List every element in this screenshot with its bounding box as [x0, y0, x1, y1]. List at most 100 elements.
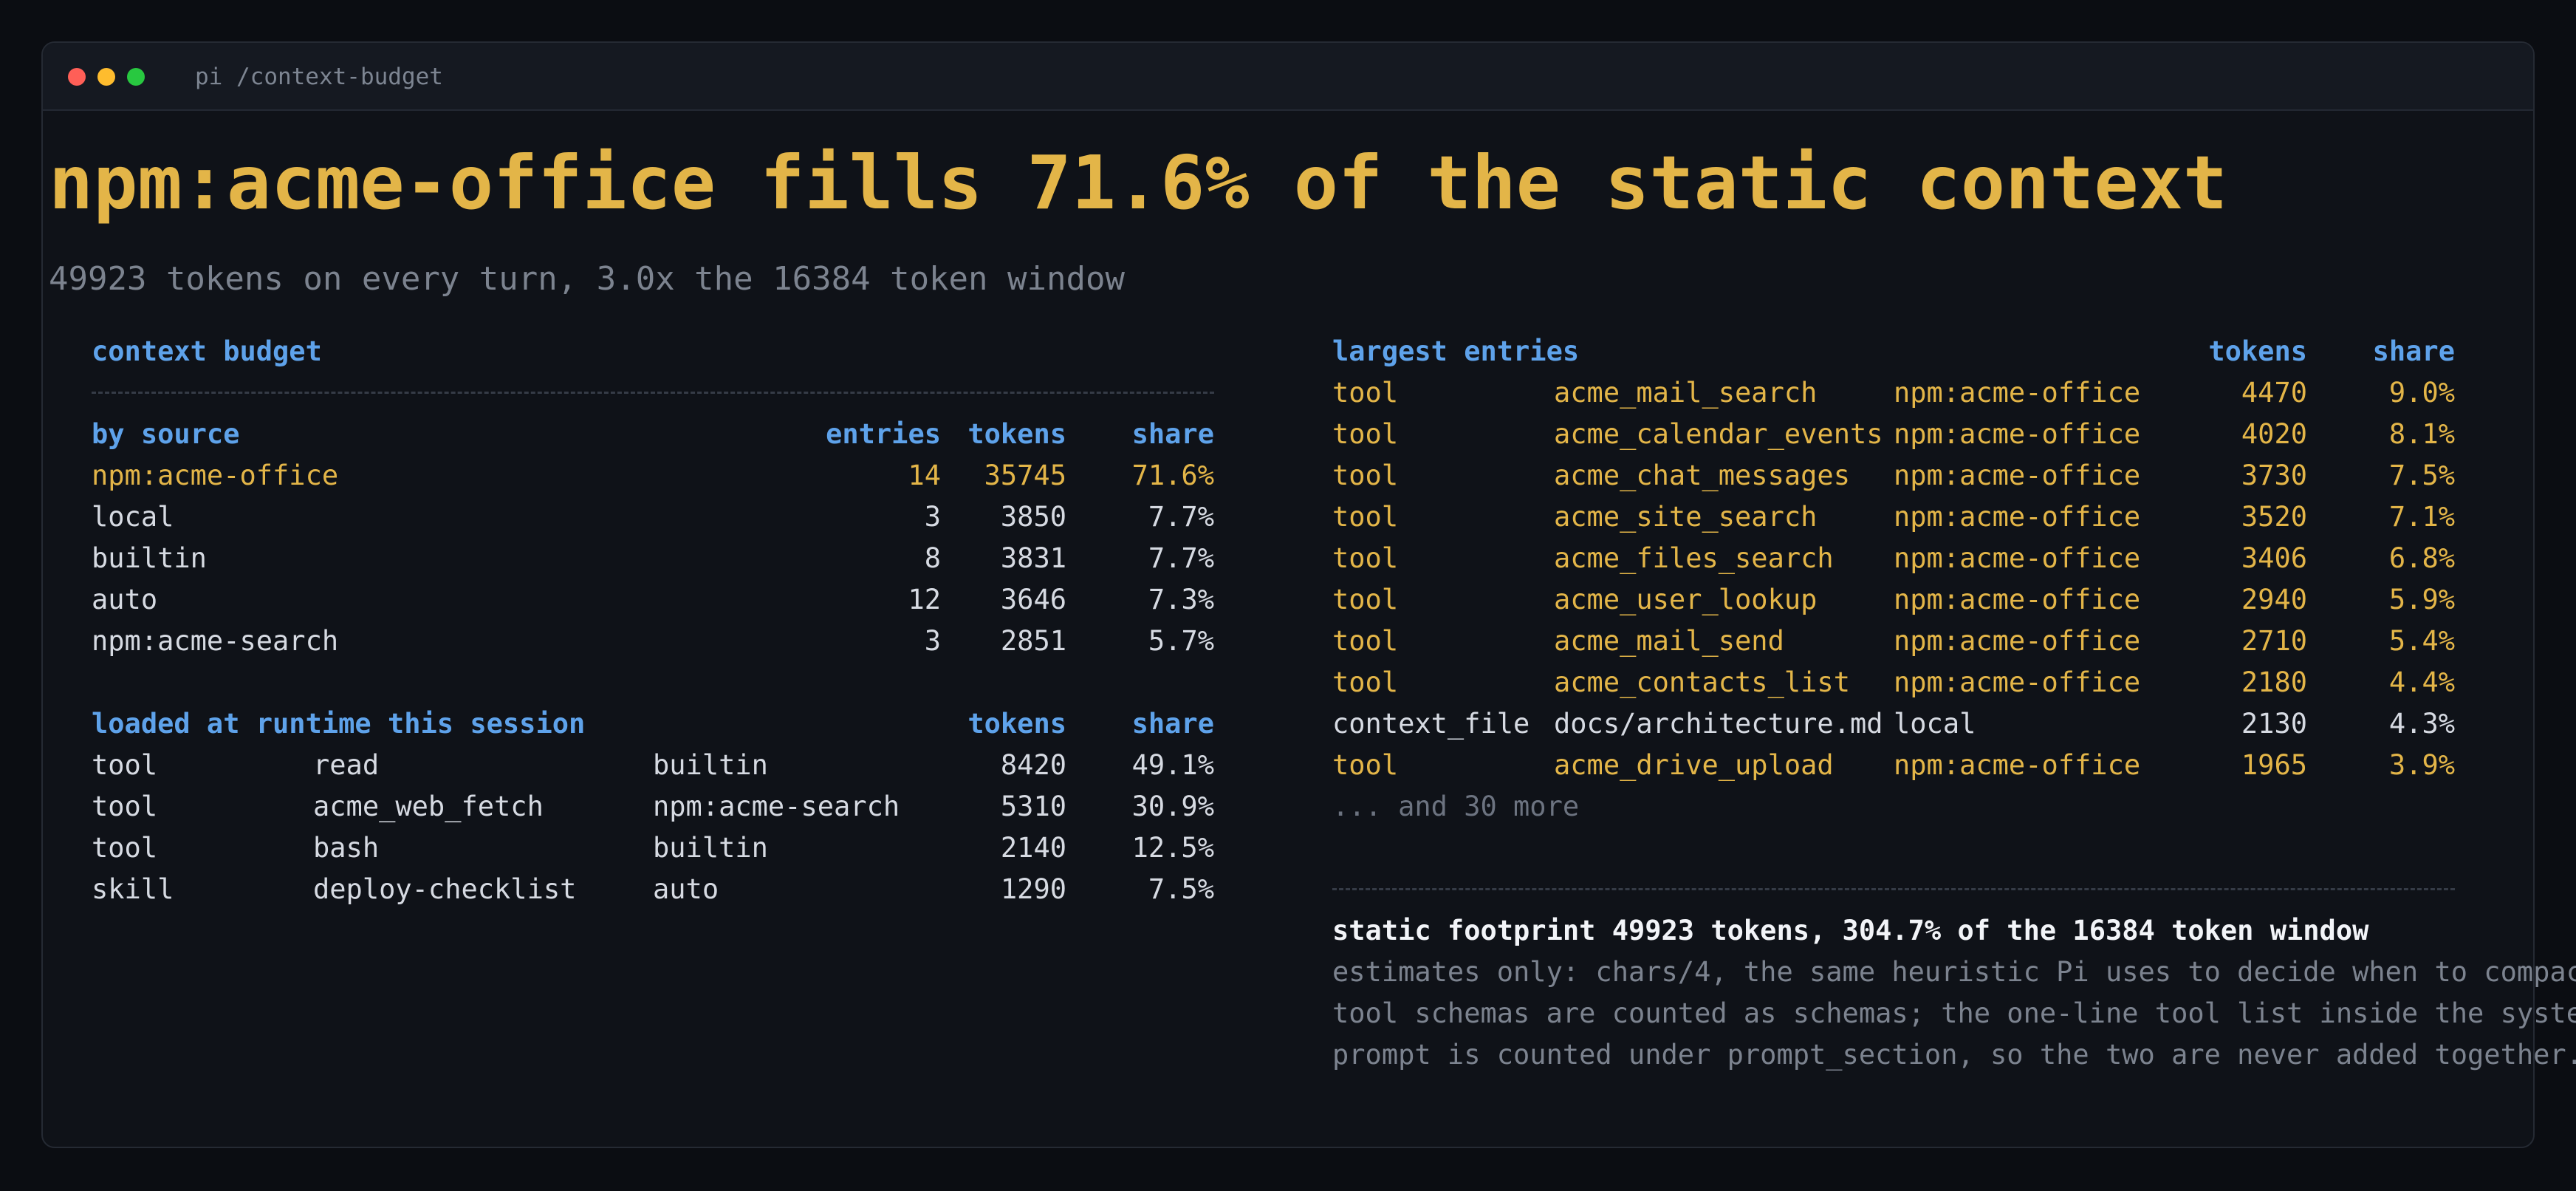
- entry-kind: tool: [1332, 749, 1399, 781]
- runtime-header: loaded at runtime this session tokens sh…: [92, 703, 1214, 745]
- entry-source: npm:acme-office: [1894, 625, 2141, 657]
- entry-name: acme_mail_send: [1554, 625, 1784, 657]
- entry-source: npm:acme-office: [1894, 542, 2141, 574]
- table-row: npm:acme-office 14 35745 71.6%: [92, 455, 1214, 496]
- table-row: tool acme_web_fetch npm:acme-search 5310 30.…: [92, 786, 1214, 827]
- entry-name: docs/architecture.md: [1554, 708, 1883, 740]
- table-row: tool acme_mail_send npm:acme-office 2710 5.4…: [1332, 621, 2455, 662]
- tokens-header: tokens: [967, 418, 1066, 450]
- entries-count: 14: [908, 460, 941, 491]
- runtime-header-title: loaded at runtime this session: [92, 708, 586, 740]
- entries-count: 3: [924, 625, 941, 657]
- entry-source: npm:acme-office: [1894, 460, 2141, 491]
- entry-name: bash: [313, 832, 380, 864]
- largest-entries-header: largest entries tokens share: [1332, 331, 2455, 372]
- share-value: 5.9%: [2388, 584, 2455, 615]
- entries-count: 3: [924, 501, 941, 533]
- table-row: tool acme_drive_upload npm:acme-office 1965…: [1332, 745, 2455, 786]
- source-name: npm:acme-search: [92, 625, 339, 657]
- share-value: 4.3%: [2388, 708, 2455, 740]
- token-count: 3520: [2241, 501, 2307, 533]
- entry-source: npm:acme-office: [1894, 749, 2141, 781]
- share-value: 3.9%: [2388, 749, 2455, 781]
- entry-name: acme_contacts_list: [1554, 666, 1850, 698]
- token-count: 3730: [2241, 460, 2307, 491]
- table-row: context_file docs/architecture.md local 213…: [1332, 703, 2455, 745]
- table-row: auto 12 3646 7.3%: [92, 579, 1214, 621]
- token-count: 8420: [1000, 749, 1066, 781]
- minimize-window-button[interactable]: [97, 68, 115, 86]
- token-count: 4020: [2241, 418, 2307, 450]
- entry-kind: tool: [1332, 418, 1399, 450]
- maximize-window-button[interactable]: [127, 68, 145, 86]
- share-value: 4.4%: [2388, 666, 2455, 698]
- entry-name: read: [313, 749, 380, 781]
- entries-count: 12: [908, 584, 941, 615]
- entry-source: npm:acme-office: [1894, 377, 2141, 409]
- runtime-share-header: share: [1131, 708, 1214, 740]
- table-row: tool read builtin 8420 49.1%: [92, 745, 1214, 786]
- divider: [92, 392, 1214, 394]
- share-value: 7.3%: [1148, 584, 1214, 615]
- subheadline: 49923 tokens on every turn, 3.0x the 163…: [49, 260, 1125, 298]
- table-row: tool acme_user_lookup npm:acme-office 2940 5…: [1332, 579, 2455, 621]
- entry-source: npm:acme-office: [1894, 584, 2141, 615]
- table-row: tool acme_chat_messages npm:acme-office 373…: [1332, 455, 2455, 496]
- entry-kind: skill: [92, 873, 174, 905]
- token-count: 3831: [1000, 542, 1066, 574]
- share-value: 12.5%: [1131, 832, 1214, 864]
- context-budget-title: context budget: [92, 335, 322, 367]
- entry-name: acme_drive_upload: [1554, 749, 1834, 781]
- entry-kind: tool: [1332, 542, 1399, 574]
- table-row: tool acme_site_search npm:acme-office 3520 7…: [1332, 496, 2455, 538]
- entry-kind: tool: [1332, 625, 1399, 657]
- entry-source: npm:acme-search: [653, 791, 900, 822]
- entry-kind: tool: [92, 791, 158, 822]
- table-row: tool acme_contacts_list npm:acme-office 218…: [1332, 662, 2455, 703]
- footnote-line: estimates only: chars/4, the same heuris…: [1332, 956, 2576, 988]
- entry-name: acme_user_lookup: [1554, 584, 1818, 615]
- entry-kind: tool: [1332, 584, 1399, 615]
- entry-source: npm:acme-office: [1894, 418, 2141, 450]
- footnote-line: prompt is counted under prompt_section, …: [1332, 1039, 2576, 1071]
- source-name: auto: [92, 584, 158, 615]
- token-count: 3406: [2241, 542, 2307, 574]
- title-bar: pi /context-budget: [43, 43, 2533, 111]
- table-row: skill deploy-checklist auto 1290 7.5%: [92, 869, 1214, 910]
- entry-source: builtin: [653, 749, 768, 781]
- entry-name: acme_calendar_events: [1554, 418, 1883, 450]
- by-source-header: by source entries tokens share: [92, 414, 1214, 455]
- entry-kind: context_file: [1332, 708, 1530, 740]
- share-value: 9.0%: [2388, 377, 2455, 409]
- table-row: tool bash builtin 2140 12.5%: [92, 827, 1214, 869]
- table-row: tool acme_calendar_events npm:acme-office 4…: [1332, 414, 2455, 455]
- share-header: share: [1131, 418, 1214, 450]
- context-budget-title-row: context budget: [92, 331, 1214, 372]
- more-entries-row: ... and 30 more: [1332, 786, 2455, 827]
- token-count: 35745: [984, 460, 1066, 491]
- share-value: 7.5%: [1148, 873, 1214, 905]
- source-name: builtin: [92, 542, 207, 574]
- entry-name: deploy-checklist: [313, 873, 577, 905]
- entry-kind: tool: [92, 832, 158, 864]
- entries-header: entries: [826, 418, 941, 450]
- headline: npm:acme-office fills 71.6% of the stati…: [49, 140, 2228, 226]
- share-value: 49.1%: [1131, 749, 1214, 781]
- share-value: 5.7%: [1148, 625, 1214, 657]
- token-count: 4470: [2241, 377, 2307, 409]
- token-count: 2710: [2241, 625, 2307, 657]
- entry-kind: tool: [1332, 501, 1399, 533]
- token-count: 1965: [2241, 749, 2307, 781]
- entry-name: acme_files_search: [1554, 542, 1834, 574]
- entry-source: builtin: [653, 832, 768, 864]
- token-count: 5310: [1000, 791, 1066, 822]
- entry-source: auto: [653, 873, 719, 905]
- token-count: 2130: [2241, 708, 2307, 740]
- table-row: builtin 8 3831 7.7%: [92, 538, 1214, 579]
- share-value: 7.5%: [2388, 460, 2455, 491]
- entry-kind: tool: [1332, 666, 1399, 698]
- entry-name: acme_mail_search: [1554, 377, 1818, 409]
- close-window-button[interactable]: [68, 68, 86, 86]
- largest-share-header: share: [2372, 335, 2455, 367]
- token-count: 2851: [1000, 625, 1066, 657]
